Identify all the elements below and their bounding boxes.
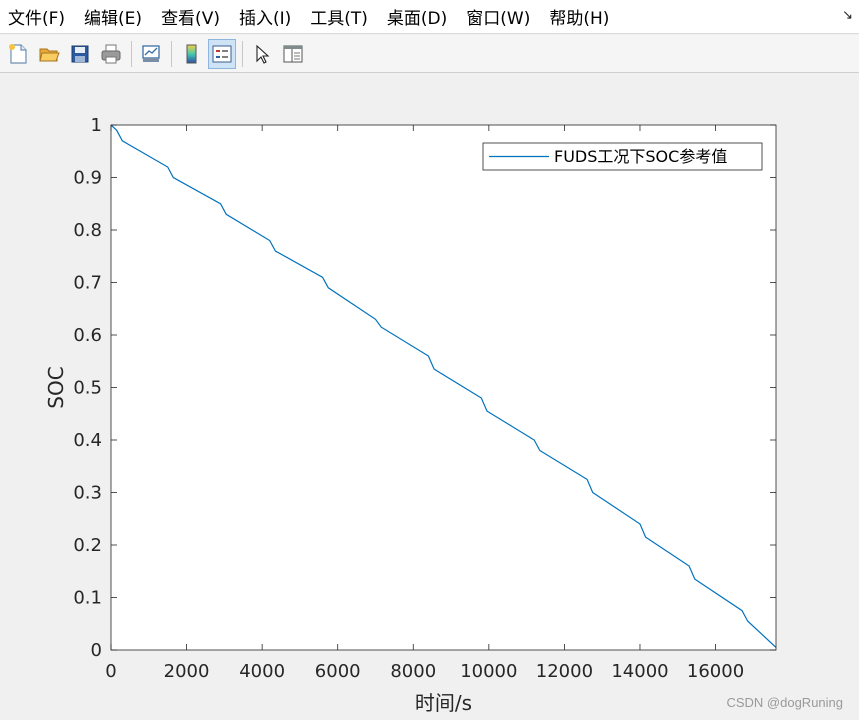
menu-edit[interactable]: 编辑(E) [84,4,142,29]
x-tick-label: 12000 [536,661,593,682]
menu-help[interactable]: 帮助(H) [549,4,609,29]
legend-icon [212,45,232,62]
property-editor-icon [283,45,303,62]
y-tick-label: 0.8 [73,220,102,241]
x-tick-label: 10000 [460,661,517,682]
legend[interactable]: FUDS工况下SOC参考值 [482,142,763,171]
x-tick-label: 2000 [164,661,210,682]
y-tick-label: 0.3 [73,483,102,504]
y-tick-label: 0.2 [73,535,102,556]
new-figure-button[interactable] [4,39,32,69]
x-axis-label: 时间/s [415,691,472,715]
save-icon [71,45,89,62]
open-file-icon [39,48,60,61]
menu-file[interactable]: 文件(F) [8,4,65,29]
menu-insert[interactable]: 插入(I) [239,4,291,29]
open-file-button[interactable] [35,39,63,69]
x-tick-label: 6000 [315,661,361,682]
legend-button[interactable] [208,38,236,69]
toolbar-separator [242,40,243,67]
link-plot-icon [142,44,160,62]
figure-canvas: 0 2000 4000 6000 8000 10000 12000 14000 16000 0 0.… [0,74,859,720]
property-editor-button[interactable] [279,39,307,69]
print-icon [101,44,121,63]
y-axis-label: SOC [44,366,68,408]
watermark: CSDN @dogRuning [726,695,843,710]
x-tick-label: 14000 [611,661,668,682]
new-figure-icon [9,43,27,64]
save-button[interactable] [66,39,94,69]
y-tick-label: 0.7 [73,273,102,294]
x-tick-label: 8000 [390,661,436,682]
menu-view[interactable]: 查看(V) [161,4,220,29]
y-tick-label: 1 [91,115,102,136]
x-tick-label: 16000 [687,661,744,682]
menu-window[interactable]: 窗口(W) [466,4,530,29]
colorbar-icon [186,44,197,63]
menu-bar: 文件(F) 编辑(E) 查看(V) 插入(I) 工具(T) 桌面(D) 窗口(W… [0,0,859,34]
y-tick-label: 0.1 [73,588,102,609]
y-tick-label: 0.4 [73,430,102,451]
toolbar-separator [131,40,132,67]
y-tick-label: 0.5 [73,378,102,399]
pointer-icon [256,44,270,64]
y-tick-label: 0.9 [73,168,102,189]
axes-background [111,125,776,650]
toolbar-separator [171,40,172,67]
legend-entry-label: FUDS工况下SOC参考值 [554,147,727,166]
pointer-button[interactable] [248,39,276,69]
print-button[interactable] [97,39,125,69]
y-tick-label: 0.6 [73,325,102,346]
menu-desktop[interactable]: 桌面(D) [387,4,447,29]
toolbar [0,35,859,73]
link-plot-button[interactable] [137,39,165,69]
y-tick-label: 0 [91,640,102,661]
menu-tools[interactable]: 工具(T) [310,4,368,29]
undock-arrow-icon[interactable]: ↘ [842,8,853,23]
x-tick-label: 0 [105,661,116,682]
x-tick-label: 4000 [239,661,285,682]
colorbar-button[interactable] [177,39,205,69]
soc-line-chart[interactable]: 0 2000 4000 6000 8000 10000 12000 14000 16000 0 0.… [0,74,859,720]
